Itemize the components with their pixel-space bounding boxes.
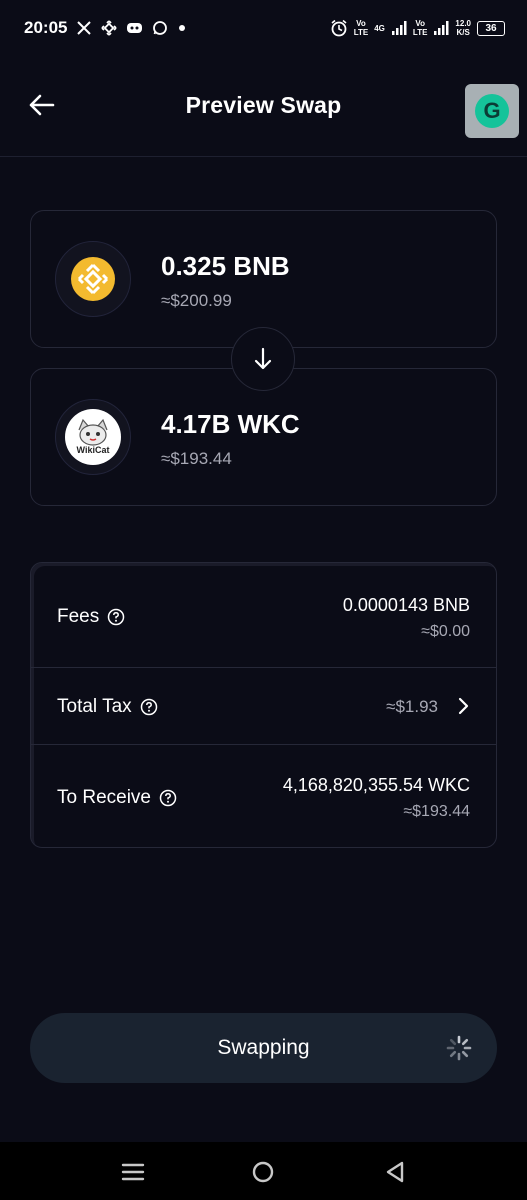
whatsapp-app-icon	[152, 20, 168, 36]
arrow-down-icon	[254, 347, 272, 370]
home-button[interactable]	[250, 1159, 276, 1185]
discord-app-icon	[126, 21, 143, 35]
receive-usd: ≈$193.44	[403, 803, 470, 820]
tax-label-group: Total Tax	[57, 696, 158, 718]
to-token-icon-ring: WikiCat	[55, 399, 131, 475]
receive-label-group: To Receive	[57, 787, 177, 809]
volte-indicator-2: Vo LTE	[412, 19, 428, 37]
wkc-logo-icon: WikiCat	[65, 409, 121, 465]
alarm-icon	[330, 19, 348, 37]
bnb-logo-icon	[71, 257, 115, 301]
notification-dot-icon	[177, 23, 187, 33]
battery-indicator: 36	[477, 20, 505, 36]
chevron-right-icon	[456, 696, 470, 721]
fees-value: 0.0000143 BNB	[342, 595, 470, 615]
to-token-usd: ≈$193.44	[161, 449, 232, 468]
status-time: 20:05	[24, 18, 68, 37]
total-tax-row[interactable]: Total Tax ≈$1.93	[31, 668, 496, 744]
svg-text:G: G	[483, 98, 500, 123]
network-speed: 12.0 K/S	[455, 19, 471, 37]
fees-row: Fees 0.0000143 BNB ≈$0.00	[31, 563, 496, 667]
signal-icon-2	[433, 21, 449, 35]
back-nav-button[interactable]	[382, 1159, 408, 1185]
svg-text:WikiCat: WikiCat	[77, 445, 110, 455]
grammarly-button[interactable]: G	[465, 84, 519, 138]
menu-icon	[121, 1163, 145, 1181]
fees-help-icon[interactable]	[107, 608, 125, 626]
network-4g-indicator: 4G	[374, 23, 385, 33]
signal-icon-1	[391, 21, 407, 35]
fees-label: Fees	[57, 606, 100, 627]
loading-spinner-icon	[445, 1034, 473, 1067]
receive-value: 4,168,820,355.54 WKC	[282, 775, 470, 795]
binance-app-icon	[101, 20, 118, 36]
swap-button[interactable]: Swapping	[30, 1013, 497, 1083]
swap-button-label: Swapping	[217, 1036, 310, 1059]
tax-help-icon[interactable]	[140, 698, 158, 716]
grammarly-logo-icon: G	[475, 94, 509, 128]
fees-usd: ≈$0.00	[421, 623, 470, 640]
triangle-back-icon	[386, 1161, 404, 1183]
swap-details-panel: Fees 0.0000143 BNB ≈$0.00 Total Tax ≈$1.…	[30, 562, 497, 848]
receive-label: To Receive	[57, 787, 151, 808]
recent-apps-button[interactable]	[120, 1159, 146, 1185]
tax-label: Total Tax	[57, 696, 132, 717]
swap-direction-button	[231, 327, 295, 391]
header: Preview Swap G	[0, 56, 527, 157]
volte-indicator-1: Vo LTE	[353, 19, 369, 37]
from-token-usd: ≈$200.99	[161, 291, 232, 310]
from-token-icon-ring	[55, 241, 131, 317]
from-token-amount: 0.325 BNB	[161, 251, 290, 281]
to-receive-row: To Receive 4,168,820,355.54 WKC ≈$193.44	[31, 745, 496, 847]
x-app-icon	[76, 20, 92, 36]
fees-label-group: Fees	[57, 606, 125, 628]
home-circle-icon	[252, 1161, 274, 1183]
tax-value: ≈$1.93	[386, 697, 438, 716]
page-title: Preview Swap	[185, 92, 342, 118]
receive-help-icon[interactable]	[159, 789, 177, 807]
status-bar: 20:05 Vo LTE 4G Vo LTE 12.0 K/S 36	[0, 0, 527, 56]
system-navigation-bar	[0, 1142, 527, 1200]
to-token-amount: 4.17B WKC	[161, 409, 300, 439]
